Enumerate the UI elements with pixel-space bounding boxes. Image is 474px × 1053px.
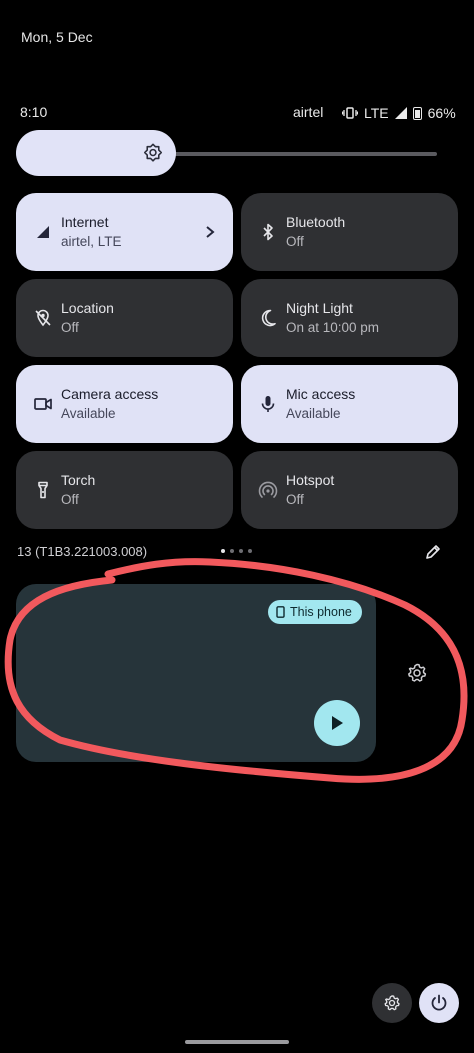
tile-torch[interactable]: Torch Off: [16, 451, 233, 529]
gear-icon: [384, 995, 400, 1011]
page-dot: [230, 549, 234, 553]
tile-location[interactable]: Location Off: [16, 279, 233, 357]
build-number[interactable]: 13 (T1B3.221003.008): [17, 544, 147, 559]
mic-icon: [261, 396, 275, 412]
status-time: 8:10: [20, 104, 48, 120]
vibrate-icon: [342, 107, 358, 119]
tile-label: Night Light: [286, 300, 353, 316]
tile-status: Off: [61, 320, 79, 335]
status-icons: LTE 66%: [342, 104, 456, 122]
media-settings-icon[interactable]: [405, 661, 429, 685]
output-device-label: This phone: [290, 605, 352, 619]
tile-status: Off: [286, 492, 304, 507]
date: Mon, 5 Dec: [21, 29, 93, 45]
chevron-right-icon[interactable]: [203, 223, 217, 241]
bluetooth-icon: [263, 223, 273, 241]
signal-icon: [37, 226, 49, 238]
page-indicator: [221, 549, 252, 553]
edit-icon[interactable]: [424, 543, 442, 561]
navigation-handle[interactable]: [185, 1040, 289, 1044]
output-device-chip[interactable]: This phone: [268, 600, 362, 624]
tile-bluetooth[interactable]: Bluetooth Off: [241, 193, 458, 271]
power-icon: [431, 994, 447, 1011]
moon-icon: [261, 309, 276, 327]
location-off-icon: [35, 309, 51, 327]
tile-label: Torch: [61, 472, 96, 488]
page-dot: [248, 549, 252, 553]
page-dot: [221, 549, 225, 553]
tile-label: Hotspot: [286, 472, 335, 488]
tile-label: Location: [61, 300, 114, 316]
brightness-icon: [143, 143, 163, 162]
camera-icon: [34, 398, 52, 410]
play-button[interactable]: [314, 700, 360, 746]
tile-night-light[interactable]: Night Light On at 10:00 pm: [241, 279, 458, 357]
phone-icon: [276, 606, 285, 618]
tile-status: airtel, LTE: [61, 234, 122, 249]
tile-internet[interactable]: Internet airtel, LTE: [16, 193, 233, 271]
battery-percent: 66%: [427, 105, 456, 121]
tile-status: On at 10:00 pm: [286, 320, 380, 335]
tile-mic-access[interactable]: Mic access Available: [241, 365, 458, 443]
tile-status: Off: [286, 234, 304, 249]
tile-label: Internet: [61, 214, 109, 230]
tile-camera-access[interactable]: Camera access Available: [16, 365, 233, 443]
battery-icon: [412, 106, 422, 120]
tile-label: Camera access: [61, 386, 159, 402]
torch-icon: [38, 481, 48, 499]
tile-status: Off: [61, 492, 79, 507]
tile-label: Bluetooth: [286, 214, 346, 230]
power-button[interactable]: [419, 983, 459, 1023]
settings-button[interactable]: [372, 983, 412, 1023]
hotspot-icon: [258, 481, 278, 498]
status-carrier: airtel: [293, 104, 324, 120]
signal-icon: [394, 107, 407, 119]
tile-status: Available: [61, 406, 116, 421]
page-dot: [239, 549, 243, 553]
tile-hotspot[interactable]: Hotspot Off: [241, 451, 458, 529]
network-type: LTE: [364, 105, 389, 121]
tile-status: Available: [286, 406, 341, 421]
play-icon: [332, 716, 343, 730]
tile-label: Mic access: [286, 386, 356, 402]
